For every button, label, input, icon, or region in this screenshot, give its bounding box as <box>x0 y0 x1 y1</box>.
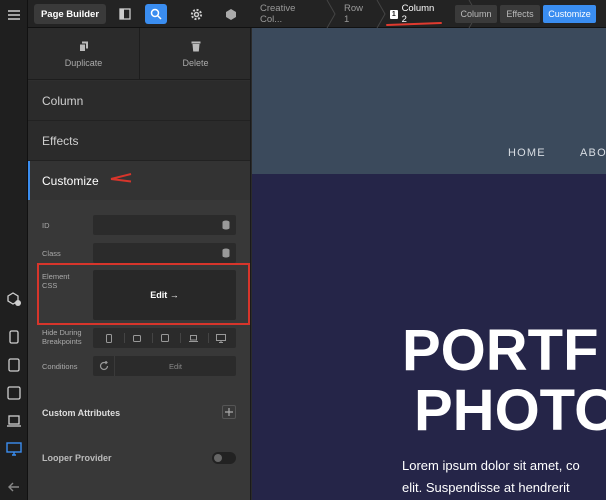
hero-title-line: PORTF <box>402 318 599 383</box>
gear-icon[interactable] <box>185 4 207 24</box>
breakpoint-phone-icon[interactable] <box>5 328 23 346</box>
search-icon[interactable] <box>145 4 167 24</box>
layout-toggle-icon[interactable] <box>114 4 136 24</box>
mode-effects-button[interactable]: Effects <box>500 5 540 23</box>
mode-column-button[interactable]: Column <box>455 5 497 23</box>
laptop-icon <box>188 334 198 342</box>
hide-small-tablet-toggle[interactable] <box>123 328 151 348</box>
hide-desktop-toggle[interactable] <box>207 328 235 348</box>
component-settings-icon[interactable] <box>5 290 23 308</box>
breakpoint-tablet-icon[interactable] <box>5 384 23 402</box>
class-label: Class <box>42 249 61 258</box>
custom-attributes-heading: Custom Attributes <box>42 408 121 418</box>
breakpoint-desktop-icon[interactable] <box>5 440 23 458</box>
tab-effects[interactable]: Effects <box>28 121 250 161</box>
database-icon <box>222 220 230 230</box>
panel-actions: Duplicate Delete <box>28 28 250 80</box>
nav-link-about[interactable]: ABO <box>580 147 606 159</box>
conditions-label: Conditions <box>42 362 78 371</box>
customize-section: ID Class Element CSS Edit → Hide During … <box>28 200 250 500</box>
back-icon[interactable] <box>5 478 23 496</box>
tablet-icon <box>161 334 169 342</box>
hide-tablet-toggle[interactable] <box>151 328 179 348</box>
mode-customize-button[interactable]: Customize <box>543 5 596 23</box>
breakpoint-toggle-group <box>93 328 236 348</box>
conditions-field: Edit <box>93 356 236 376</box>
hide-breakpoints-label: Hide During Breakpoints <box>42 328 82 346</box>
copy-icon <box>78 41 88 52</box>
delete-label: Delete <box>182 57 209 68</box>
add-attribute-button[interactable] <box>222 405 236 419</box>
hide-laptop-toggle[interactable] <box>179 328 207 348</box>
tab-customize[interactable]: Customize <box>28 161 250 201</box>
hero-title-line: PHOTO <box>414 378 606 443</box>
menu-icon[interactable] <box>5 6 23 24</box>
top-bar: Page Builder Creative Col... Row 1 1 Col… <box>28 0 606 28</box>
small-tablet-icon <box>133 334 141 342</box>
toggle-knob <box>214 454 222 462</box>
breadcrumb-item[interactable]: Creative Col... <box>260 0 295 28</box>
annotation-highlight-box <box>37 263 250 325</box>
hero-text-line: elit. Suspendisse at hendrerit <box>402 480 570 495</box>
looper-provider-heading: Looper Provider <box>42 453 112 463</box>
annotation-arrow-icon <box>110 173 132 183</box>
conditions-edit-button[interactable]: Edit <box>115 356 236 376</box>
breadcrumb-separator-icon <box>326 0 336 28</box>
id-field[interactable] <box>93 215 236 235</box>
inspector-panel: Duplicate Delete Column Effects Customiz… <box>28 28 251 500</box>
conditions-refresh-icon[interactable] <box>93 356 115 376</box>
id-label: ID <box>42 221 50 230</box>
looper-provider-toggle[interactable] <box>212 452 236 464</box>
breadcrumb-separator-icon <box>376 0 386 28</box>
duplicate-label: Duplicate <box>64 57 103 68</box>
breadcrumb-item[interactable]: Row 1 <box>344 0 363 28</box>
desktop-icon <box>216 333 226 343</box>
database-icon <box>222 248 230 258</box>
hero-text-line: Lorem ipsum dolor sit amet, co <box>402 458 580 473</box>
tab-column[interactable]: Column <box>28 81 250 121</box>
duplicate-button[interactable]: Duplicate <box>28 28 139 80</box>
breakpoint-laptop-icon[interactable] <box>5 412 23 430</box>
site-header: HOME ABO <box>252 28 606 174</box>
page-preview: HOME ABO PORTF PHOTO Lorem ipsum dolor s… <box>252 28 606 500</box>
plus-icon <box>225 408 233 416</box>
delete-button[interactable]: Delete <box>140 28 250 80</box>
trash-icon <box>191 41 200 51</box>
class-field[interactable] <box>93 243 236 263</box>
breakpoint-small-tablet-icon[interactable] <box>5 356 23 374</box>
left-rail <box>0 0 28 500</box>
page-builder-button[interactable]: Page Builder <box>34 4 106 24</box>
phone-icon <box>106 333 112 343</box>
nav-link-home[interactable]: HOME <box>508 147 546 159</box>
cube-icon[interactable] <box>220 4 242 24</box>
column-number-badge: 1 <box>390 9 398 19</box>
hide-phone-toggle[interactable] <box>95 328 123 348</box>
